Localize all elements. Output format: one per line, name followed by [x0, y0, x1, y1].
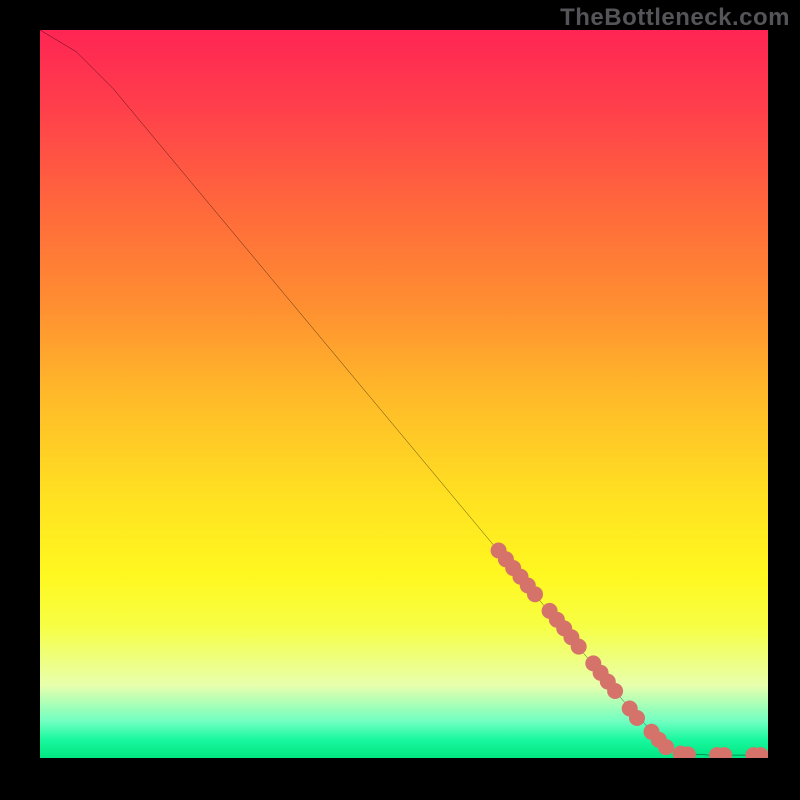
- data-marker: [527, 586, 543, 602]
- data-marker: [658, 739, 674, 755]
- data-marker: [571, 639, 587, 655]
- data-marker: [629, 710, 645, 726]
- marker-layer: [40, 30, 768, 758]
- data-marker: [607, 683, 623, 699]
- chart-frame: TheBottleneck.com: [0, 0, 800, 800]
- watermark-text: TheBottleneck.com: [560, 4, 790, 32]
- marker-group: [491, 543, 768, 759]
